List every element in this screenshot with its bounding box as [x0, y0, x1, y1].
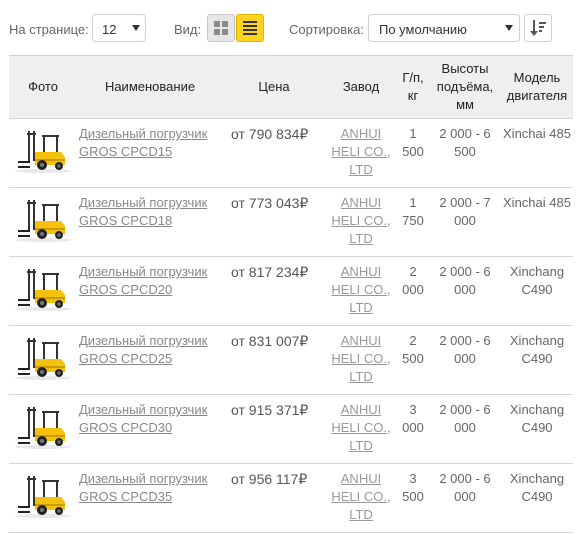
table-row: Дизельный погрузчик GROS CPCD18 от 773 0… — [9, 187, 573, 257]
forklift-image[interactable] — [13, 128, 73, 174]
table-row: Дизельный погрузчик GROS CPCD15 от 790 8… — [9, 118, 573, 188]
photo-cell — [9, 395, 77, 464]
table-header-row: Фото Наименование Цена Завод Г/п, кг Выс… — [9, 55, 573, 119]
table-row: Дизельный погрузчик GROS CPCD30 от 915 3… — [9, 394, 573, 464]
factory-cell: ANHUI HELI CO., LTD — [325, 464, 397, 533]
capacity-cell: 3 000 — [402, 402, 424, 435]
table-row: Дизельный погрузчик GROS CPCD35 от 956 1… — [9, 463, 573, 533]
factory-cell: ANHUI HELI CO., LTD — [325, 119, 397, 188]
product-link[interactable]: Дизельный погрузчик GROS CPCD18 — [79, 195, 207, 228]
engine-cell: Xinchai 485 — [503, 126, 571, 141]
forklift-icon — [15, 407, 71, 449]
header-factory: Завод — [325, 55, 397, 119]
capacity-cell: 1 500 — [402, 126, 424, 159]
catalog-toolbar: На странице: 12 Вид: Сортировка: По умол… — [0, 0, 580, 54]
view-label: Вид: — [174, 22, 202, 37]
sort-value: По умолчанию — [379, 22, 467, 37]
engine-cell: Xinchang C490 — [509, 402, 565, 435]
factory-cell: ANHUI HELI CO., LTD — [325, 257, 397, 326]
table-row: Дизельный погрузчик GROS CPCD20 от 817 2… — [9, 256, 573, 326]
lift-height-cell: 2 000 - 6 000 — [439, 471, 491, 504]
price-cell: от 790 834₽ — [231, 126, 309, 142]
name-cell: Дизельный погрузчик GROS CPCD30 — [77, 395, 223, 464]
price-cell: от 915 371₽ — [231, 402, 309, 418]
forklift-icon — [15, 338, 71, 380]
header-engine: Модель двигателя — [501, 55, 573, 119]
per-page-select[interactable]: 12 — [92, 14, 146, 42]
sort-label: Сортировка: — [289, 22, 364, 37]
capacity-cell: 2 000 — [402, 264, 424, 297]
sort-direction-button[interactable] — [524, 14, 552, 42]
forklift-icon — [15, 200, 71, 242]
factory-link[interactable]: ANHUI HELI CO., LTD — [331, 471, 390, 522]
header-price: Цена — [223, 55, 325, 119]
lift-height-cell: 2 000 - 7 000 — [439, 195, 491, 228]
name-cell: Дизельный погрузчик GROS CPCD18 — [77, 188, 223, 257]
factory-link[interactable]: ANHUI HELI CO., LTD — [331, 126, 390, 177]
forklift-image[interactable] — [13, 197, 73, 243]
price-cell: от 956 117₽ — [231, 471, 308, 487]
lift-height-cell: 2 000 - 6 000 — [439, 333, 491, 366]
forklift-icon — [15, 269, 71, 311]
product-link[interactable]: Дизельный погрузчик GROS CPCD30 — [79, 402, 207, 435]
forklift-icon — [15, 131, 71, 173]
price-cell: от 773 043₽ — [231, 195, 309, 211]
products-table: Фото Наименование Цена Завод Г/п, кг Выс… — [9, 55, 573, 533]
name-cell: Дизельный погрузчик GROS CPCD35 — [77, 464, 223, 533]
price-cell: от 817 234₽ — [231, 264, 309, 280]
lift-height-cell: 2 000 - 6 000 — [439, 402, 491, 435]
factory-cell: ANHUI HELI CO., LTD — [325, 188, 397, 257]
capacity-cell: 2 500 — [402, 333, 424, 366]
engine-cell: Xinchang C490 — [509, 333, 565, 366]
product-link[interactable]: Дизельный погрузчик GROS CPCD15 — [79, 126, 207, 159]
sort-select[interactable]: По умолчанию — [368, 14, 520, 42]
photo-cell — [9, 326, 77, 395]
factory-cell: ANHUI HELI CO., LTD — [325, 326, 397, 395]
lift-height-cell: 2 000 - 6 500 — [439, 126, 491, 159]
photo-cell — [9, 188, 77, 257]
product-link[interactable]: Дизельный погрузчик GROS CPCD35 — [79, 471, 207, 504]
factory-link[interactable]: ANHUI HELI CO., LTD — [331, 402, 390, 453]
table-row: Дизельный погрузчик GROS CPCD25 от 831 0… — [9, 325, 573, 395]
capacity-cell: 1 750 — [402, 195, 424, 228]
forklift-image[interactable] — [13, 266, 73, 312]
capacity-cell: 3 500 — [402, 471, 424, 504]
sort-icon — [530, 20, 546, 36]
list-view-button[interactable] — [236, 14, 264, 42]
photo-cell — [9, 464, 77, 533]
factory-link[interactable]: ANHUI HELI CO., LTD — [331, 195, 390, 246]
engine-cell: Xinchang C490 — [509, 471, 565, 504]
price-cell: от 831 007₽ — [231, 333, 309, 349]
header-capacity: Г/п, кг — [397, 55, 429, 119]
engine-cell: Xinchai 485 — [503, 195, 571, 210]
name-cell: Дизельный погрузчик GROS CPCD25 — [77, 326, 223, 395]
forklift-image[interactable] — [13, 404, 73, 450]
grid-view-button[interactable] — [207, 14, 235, 42]
chevron-down-icon — [132, 25, 140, 31]
name-cell: Дизельный погрузчик GROS CPCD15 — [77, 119, 223, 188]
forklift-image[interactable] — [13, 335, 73, 381]
chevron-down-icon — [505, 25, 513, 31]
list-icon — [243, 21, 257, 35]
product-link[interactable]: Дизельный погрузчик GROS CPCD20 — [79, 264, 207, 297]
header-photo: Фото — [9, 55, 77, 119]
forklift-icon — [15, 476, 71, 518]
factory-link[interactable]: ANHUI HELI CO., LTD — [331, 333, 390, 384]
forklift-image[interactable] — [13, 473, 73, 519]
product-link[interactable]: Дизельный погрузчик GROS CPCD25 — [79, 333, 207, 366]
per-page-value: 12 — [102, 22, 117, 37]
lift-height-cell: 2 000 - 6 000 — [439, 264, 491, 297]
name-cell: Дизельный погрузчик GROS CPCD20 — [77, 257, 223, 326]
grid-icon — [214, 21, 228, 35]
photo-cell — [9, 257, 77, 326]
header-name: Наименование — [77, 55, 223, 119]
factory-cell: ANHUI HELI CO., LTD — [325, 395, 397, 464]
factory-link[interactable]: ANHUI HELI CO., LTD — [331, 264, 390, 315]
engine-cell: Xinchang C490 — [509, 264, 565, 297]
header-lift-height: Высоты подъёма, мм — [429, 55, 501, 119]
photo-cell — [9, 119, 77, 188]
per-page-label: На странице: — [9, 22, 89, 37]
